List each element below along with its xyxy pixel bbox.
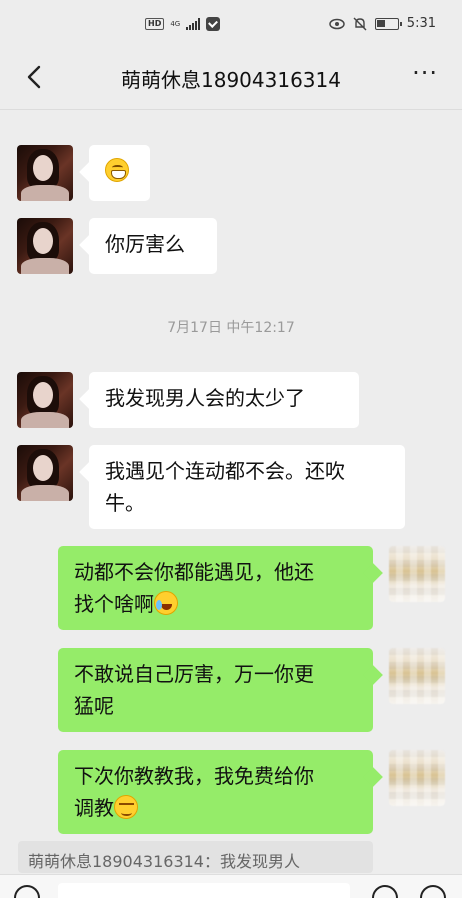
status-right: 5:31 xyxy=(329,16,436,31)
message-text: 你厉害么 xyxy=(105,232,185,256)
battery-icon xyxy=(374,17,402,30)
plus-button[interactable] xyxy=(420,885,446,898)
status-time: 5:31 xyxy=(406,16,436,31)
message-line: 动都不会你都能遇见，他还 xyxy=(74,560,314,584)
message-line: 猛呢 xyxy=(74,694,114,718)
avatar[interactable] xyxy=(17,372,73,428)
emoji-button[interactable] xyxy=(372,885,398,898)
message-bubble[interactable]: 你厉害么 xyxy=(89,218,217,274)
message-line: 下次你教教我，我免费给你 xyxy=(74,764,314,788)
my-avatar[interactable] xyxy=(389,750,445,806)
message-bubble[interactable]: 我发现男人会的太少了 xyxy=(89,372,359,428)
message-line: 调教 xyxy=(74,796,114,820)
timestamp: 7月17日 中午12:17 xyxy=(167,320,295,336)
status-left: HD 4G xyxy=(145,17,221,31)
signal-icon xyxy=(186,18,201,30)
mute-bell-icon xyxy=(353,17,367,30)
quoted-message[interactable]: 萌萌休息18904316314：我发现男人 xyxy=(18,841,373,873)
my-avatar[interactable] xyxy=(389,648,445,704)
my-avatar[interactable] xyxy=(389,546,445,602)
network-label: 4G xyxy=(170,19,181,28)
message-input[interactable] xyxy=(58,883,350,898)
chevron-left-icon[interactable] xyxy=(20,62,50,92)
message-list: 你厉害么 7月17日 中午12:17 我发现男人会的太少了 我遇见个连动都不会。… xyxy=(0,110,462,840)
hd-badge: HD xyxy=(145,18,165,30)
smirk-emoji-icon xyxy=(114,795,138,819)
message-bubble[interactable]: 我遇见个连动都不会。还吹 牛。 xyxy=(89,445,405,529)
avatar[interactable] xyxy=(17,218,73,274)
crying-laughing-emoji-icon xyxy=(154,591,178,615)
grin-emoji-icon xyxy=(105,158,129,182)
voice-button[interactable] xyxy=(14,885,40,898)
notification-icon xyxy=(206,17,221,31)
message-line: 我遇见个连动都不会。还吹 xyxy=(105,459,345,483)
message-text: 我发现男人会的太少了 xyxy=(105,386,305,410)
status-bar: HD 4G 5:31 xyxy=(0,0,462,52)
message-line: 牛。 xyxy=(105,491,145,515)
message-bubble[interactable] xyxy=(89,145,150,201)
chat-header: 萌萌休息18904316314 ··· xyxy=(0,52,462,110)
input-bar xyxy=(0,874,462,898)
message-bubble[interactable]: 动都不会你都能遇见，他还 找个啥啊 xyxy=(58,546,373,630)
eye-icon xyxy=(329,18,345,29)
more-options-button[interactable]: ··· xyxy=(412,59,438,87)
message-bubble[interactable]: 下次你教教我，我免费给你 调教 xyxy=(58,750,373,834)
avatar[interactable] xyxy=(17,445,73,501)
avatar[interactable] xyxy=(17,145,73,201)
message-line: 找个啥啊 xyxy=(74,592,154,616)
chat-title: 萌萌休息18904316314 xyxy=(121,68,341,92)
message-bubble[interactable]: 不敢说自己厉害，万一你更 猛呢 xyxy=(58,648,373,732)
message-line: 不敢说自己厉害，万一你更 xyxy=(74,662,314,686)
